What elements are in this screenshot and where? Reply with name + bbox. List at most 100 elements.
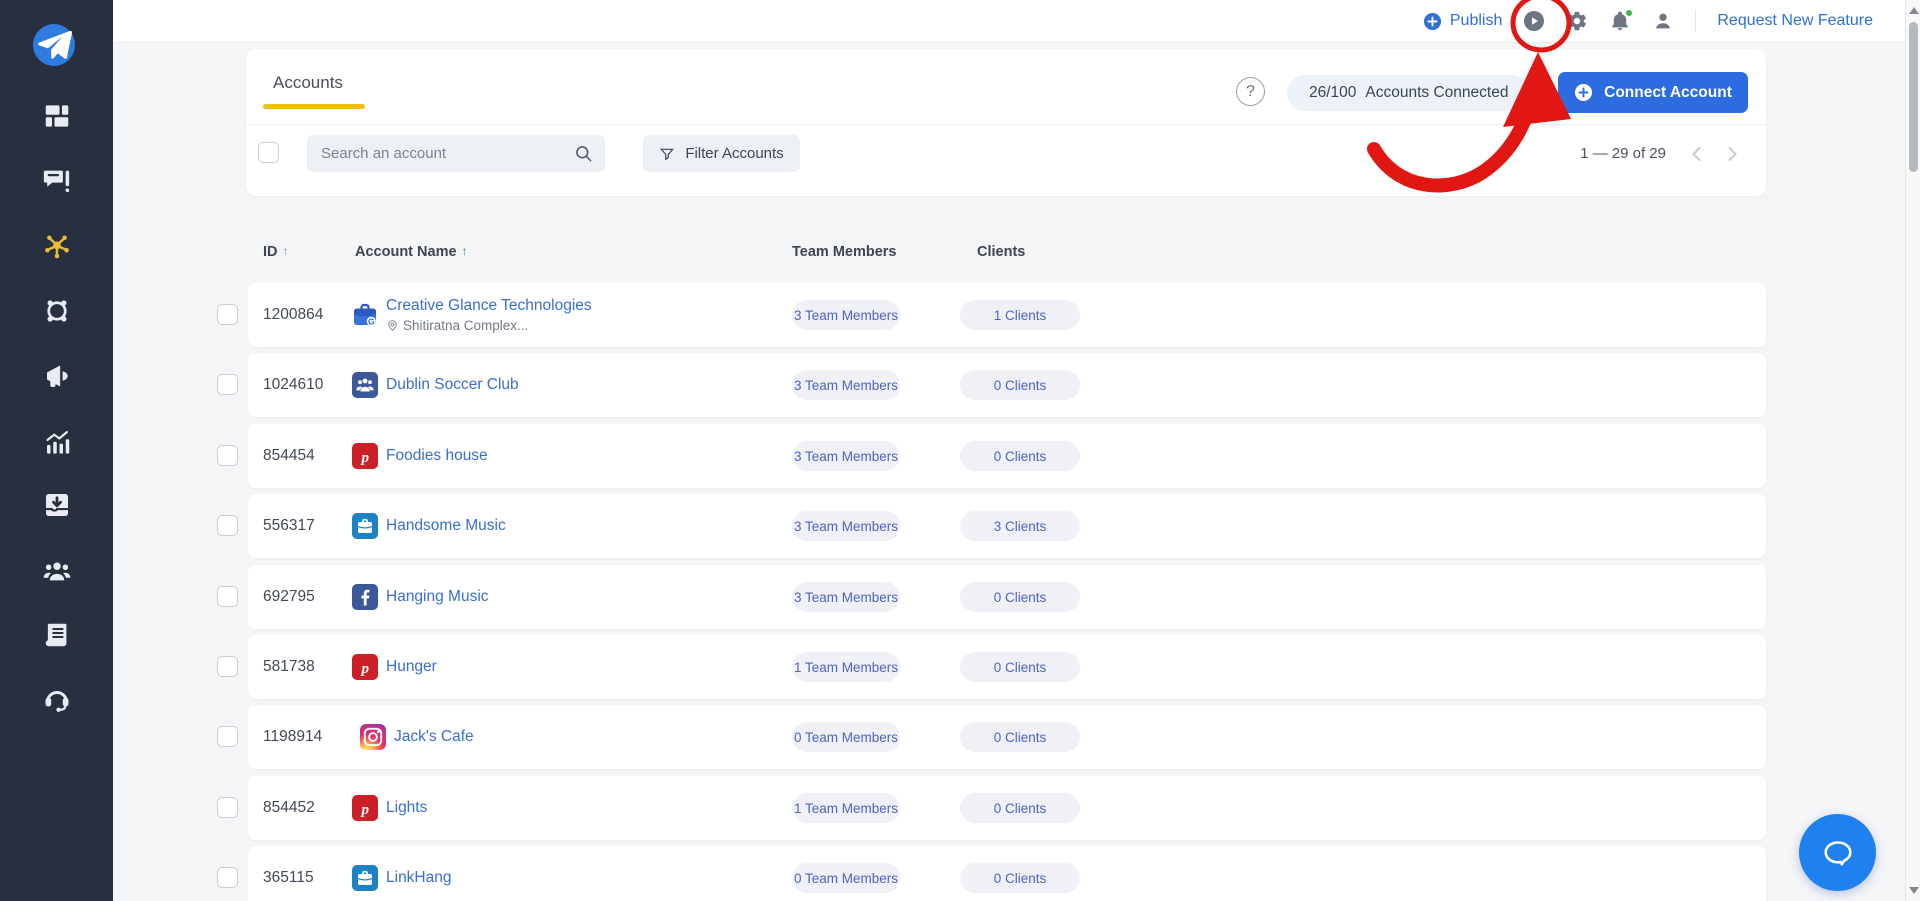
sidebar-item-compose[interactable]: [0, 162, 113, 198]
support-icon: [42, 683, 72, 713]
team-members-badge[interactable]: 0 Team Members: [792, 722, 900, 752]
clients-badge[interactable]: 0 Clients: [960, 863, 1080, 893]
topbar: Publish Request New Feature: [113, 0, 1905, 43]
sidebar-item-dashboard[interactable]: [0, 98, 113, 134]
team-members-badge[interactable]: 1 Team Members: [792, 652, 900, 682]
account-name-link[interactable]: Hunger: [386, 658, 437, 676]
search-box: [307, 135, 605, 172]
scroll-up-arrow[interactable]: [1909, 7, 1919, 14]
row-checkbox[interactable]: [217, 515, 238, 536]
table-row: 854452 p Lights 1 Team Members 0 Clients: [217, 776, 1766, 840]
connect-account-button[interactable]: Connect Account: [1558, 72, 1748, 113]
chat-widget-button[interactable]: [1799, 814, 1876, 891]
person-icon[interactable]: [1652, 10, 1674, 32]
table-row: 581738 p Hunger 1 Team Members 0 Clients: [217, 635, 1766, 699]
column-header-id[interactable]: ID ↑: [263, 244, 289, 260]
team-members-badge[interactable]: 3 Team Members: [792, 511, 900, 541]
clients-badge[interactable]: 1 Clients: [960, 300, 1080, 330]
pagination-prev-button[interactable]: [1687, 144, 1707, 164]
search-input[interactable]: [307, 135, 605, 172]
gear-icon[interactable]: [1566, 10, 1588, 32]
scrollbar-thumb[interactable]: [1909, 22, 1918, 172]
account-id: 692795: [263, 588, 315, 605]
svg-text:p: p: [359, 802, 369, 818]
pagination-next-button[interactable]: [1722, 144, 1742, 164]
account-name-link[interactable]: Dublin Soccer Club: [386, 376, 519, 394]
clients-badge[interactable]: 0 Clients: [960, 370, 1080, 400]
filter-accounts-button[interactable]: Filter Accounts: [643, 135, 800, 172]
request-new-feature-link[interactable]: Request New Feature: [1717, 12, 1873, 30]
account-id: 1200864: [263, 306, 324, 323]
clients-badge[interactable]: 0 Clients: [960, 652, 1080, 682]
tab-accounts[interactable]: Accounts: [273, 73, 343, 93]
facebook-group-icon: [352, 372, 378, 398]
team-members-badge[interactable]: 3 Team Members: [792, 582, 900, 612]
plus-circle-icon: [1423, 12, 1441, 30]
play-circle-icon[interactable]: [1523, 10, 1545, 32]
sidebar-item-support[interactable]: [0, 680, 113, 716]
row-checkbox[interactable]: [217, 726, 238, 747]
team-members-badge[interactable]: 1 Team Members: [792, 793, 900, 823]
connected-label: Accounts Connected: [1365, 84, 1509, 101]
topbar-divider: [1695, 10, 1697, 32]
column-header-clients: Clients: [977, 244, 1026, 260]
account-name-link[interactable]: Hanging Music: [386, 588, 489, 606]
clients-badge[interactable]: 0 Clients: [960, 441, 1080, 471]
publish-button[interactable]: Publish: [1423, 12, 1502, 31]
account-id: 581738: [263, 658, 315, 675]
account-name-link[interactable]: Creative Glance Technologies: [386, 297, 592, 315]
location-pin-icon: [388, 320, 397, 332]
app-window: Publish Request New Feature Accounts ? 2…: [0, 0, 1920, 901]
discover-icon: [42, 296, 72, 326]
sidebar-item-documents[interactable]: [0, 617, 113, 653]
row-checkbox[interactable]: [217, 867, 238, 888]
team-members-badge[interactable]: 3 Team Members: [792, 300, 900, 330]
sidebar-item-team[interactable]: [0, 553, 113, 589]
select-all-checkbox[interactable]: [258, 142, 279, 163]
account-name-link[interactable]: LinkHang: [386, 869, 452, 887]
account-name-link[interactable]: Foodies house: [386, 447, 488, 465]
column-header-team-members: Team Members: [792, 244, 897, 260]
table-row: 854454 p Foodies house 3 Team Members 0 …: [217, 424, 1766, 488]
account-name-link[interactable]: Handsome Music: [386, 517, 506, 535]
accounts-panel: Accounts ? 26/100 Accounts Connected Con…: [246, 49, 1766, 196]
row-checkbox[interactable]: [217, 586, 238, 607]
pinterest-icon: p: [352, 654, 378, 680]
scroll-down-arrow[interactable]: [1909, 887, 1919, 894]
sidebar-item-inbox[interactable]: [0, 487, 113, 523]
app-logo[interactable]: [33, 24, 75, 66]
clients-badge[interactable]: 0 Clients: [960, 722, 1080, 752]
row-checkbox[interactable]: [217, 304, 238, 325]
table-row: 1198914 Jack's Cafe 0 Team Members 0 Cli…: [217, 705, 1766, 769]
team-members-badge[interactable]: 3 Team Members: [792, 370, 900, 400]
team-members-badge[interactable]: 0 Team Members: [792, 863, 900, 893]
account-address: Shitiratna Complex...: [386, 318, 592, 333]
page-scrollbar[interactable]: [1905, 0, 1920, 901]
automation-icon: [42, 361, 72, 391]
row-checkbox[interactable]: [217, 656, 238, 677]
search-icon: [574, 144, 593, 163]
sidebar-item-social-accounts[interactable]: [0, 228, 113, 264]
sidebar-item-automation[interactable]: [0, 358, 113, 394]
google-business-icon: G: [352, 302, 378, 328]
sidebar-item-analytics[interactable]: [0, 425, 113, 461]
clients-badge[interactable]: 3 Clients: [960, 511, 1080, 541]
team-members-badge[interactable]: 3 Team Members: [792, 441, 900, 471]
row-checkbox[interactable]: [217, 797, 238, 818]
account-name-link[interactable]: Jack's Cafe: [394, 728, 474, 746]
row-checkbox[interactable]: [217, 445, 238, 466]
account-id: 556317: [263, 517, 315, 534]
documents-icon: [42, 620, 72, 650]
account-name-link[interactable]: Lights: [386, 799, 427, 817]
svg-text:p: p: [359, 450, 369, 466]
column-header-account-name[interactable]: Account Name ↑: [355, 244, 468, 260]
account-id: 1198914: [263, 728, 323, 745]
help-icon[interactable]: ?: [1236, 77, 1265, 106]
sort-arrow-icon: ↑: [282, 244, 289, 258]
row-checkbox[interactable]: [217, 374, 238, 395]
bell-icon[interactable]: [1609, 9, 1634, 32]
sidebar-item-discover[interactable]: [0, 293, 113, 329]
clients-badge[interactable]: 0 Clients: [960, 793, 1080, 823]
chat-bubble-icon: [1823, 840, 1852, 866]
clients-badge[interactable]: 0 Clients: [960, 582, 1080, 612]
